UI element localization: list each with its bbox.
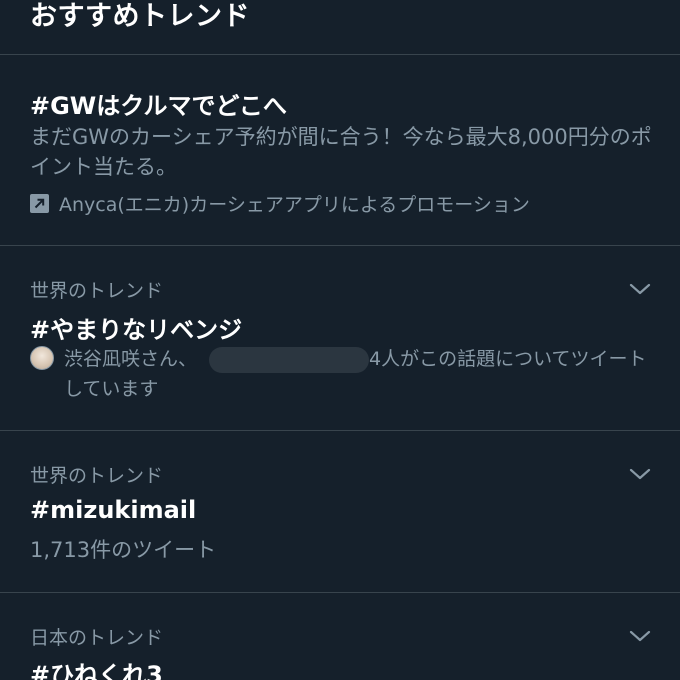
promotion-label: Anyca(エニカ)カーシェアアプリによるプロモーション <box>59 193 530 216</box>
page-title: おすすめトレンド <box>30 1 250 32</box>
trend-title[interactable]: #やまりなリベンジ <box>30 310 242 345</box>
divider <box>0 245 680 246</box>
trend-context: 世界のトレンド <box>30 280 164 302</box>
trend-context: 世界のトレンド <box>30 465 164 487</box>
trend-title[interactable]: #mizukimail <box>30 496 196 524</box>
tweet-count: 1,713件のツイート <box>30 538 217 562</box>
redacted-names <box>209 346 370 373</box>
chevron-down-icon[interactable] <box>628 281 652 297</box>
divider <box>0 430 680 431</box>
avatar <box>30 346 54 370</box>
trends-screen: おすすめトレンド #GWはクルマでどこへ まだGWのカーシェア予約が間に合う！今… <box>0 0 680 680</box>
chevron-down-icon[interactable] <box>628 628 652 644</box>
promotion-line: Anyca(エニカ)カーシェアアプリによるプロモーション <box>30 191 530 216</box>
divider <box>0 592 680 593</box>
trend-title[interactable]: #ひねくれ3 <box>30 655 163 680</box>
trends-header: おすすめトレンド <box>0 0 680 55</box>
tweeters-prefix: 渋谷凪咲さん、 <box>64 348 198 370</box>
chevron-down-icon[interactable] <box>628 466 652 482</box>
trend-tweeters: 渋谷凪咲さん、 4人がこの話題についてツイートしています <box>64 344 654 404</box>
promoted-trend-description: まだGWのカーシェア予約が間に合う！今なら最大8,000円分のポイント当たる。 <box>30 125 652 179</box>
promoted-trend-title[interactable]: #GWはクルマでどこへ <box>30 86 287 121</box>
arrow-up-right-icon <box>30 193 49 213</box>
trend-context: 日本のトレンド <box>30 627 164 649</box>
